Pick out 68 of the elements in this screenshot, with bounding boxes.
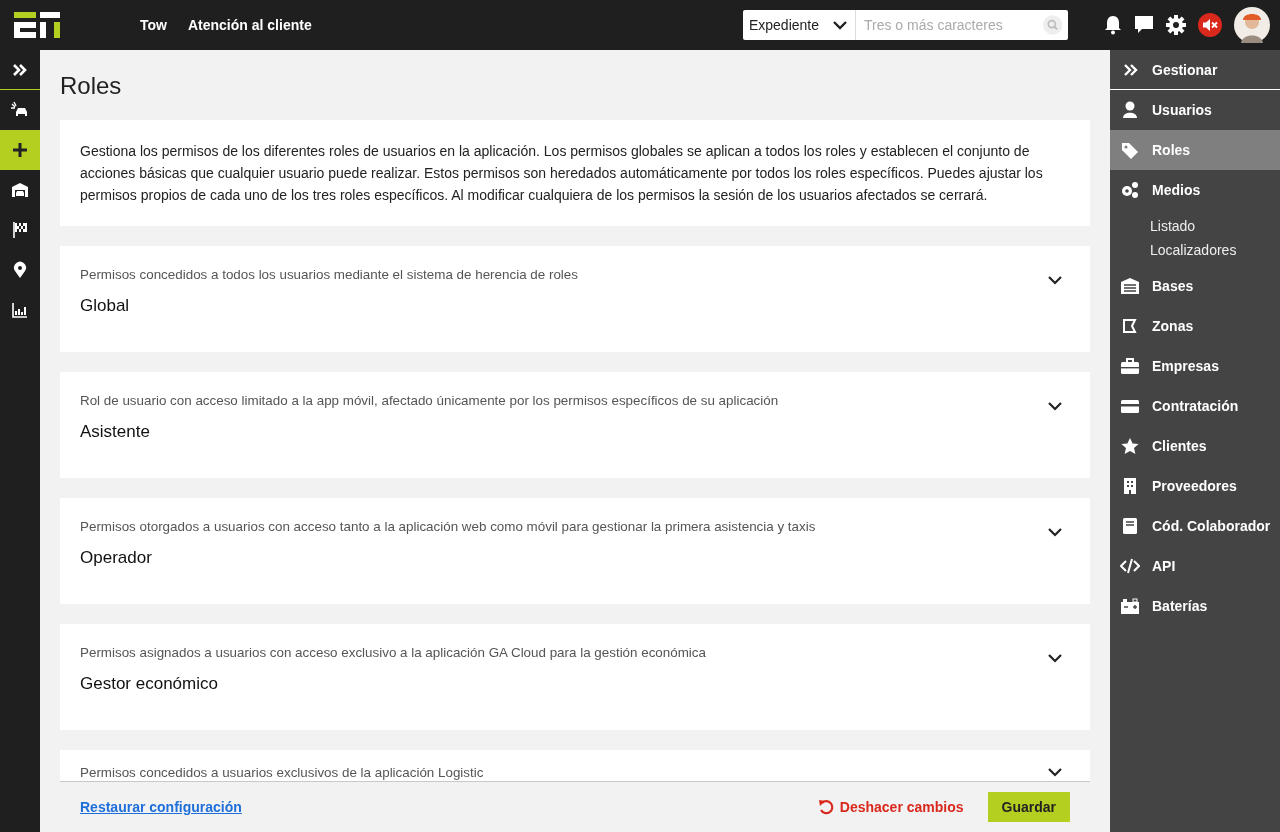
- save-button[interactable]: Guardar: [987, 792, 1070, 822]
- sidebar-item[interactable]: Empresas: [1110, 346, 1280, 386]
- sidebar-item[interactable]: API: [1110, 546, 1280, 586]
- credit-card-icon: [1120, 397, 1140, 415]
- sidebar-item[interactable]: Contratación: [1110, 386, 1280, 426]
- sidebar-item[interactable]: Usuarios: [1110, 90, 1280, 130]
- role-description: Permisos otorgados a usuarios con acceso tanto a la aplicación web como móvil para gestionar la primera asistencia y taxis: [80, 518, 817, 536]
- user-icon: [1120, 101, 1140, 119]
- search-scope-dropdown[interactable]: Expediente: [742, 10, 856, 40]
- top-nav-link[interactable]: Tow: [140, 17, 167, 33]
- sidebar-item[interactable]: Bases: [1110, 266, 1280, 306]
- sidebar-item[interactable]: Zonas: [1110, 306, 1280, 346]
- undo-icon: [817, 799, 834, 815]
- mute-icon[interactable]: [1198, 13, 1222, 37]
- tag-icon: [1120, 141, 1140, 159]
- gears-icon: [1120, 181, 1140, 199]
- page-title: Roles: [60, 72, 123, 100]
- settings-icon[interactable]: [1166, 15, 1186, 35]
- chevron-down-icon[interactable]: [1048, 402, 1062, 411]
- sidebar-item[interactable]: Proveedores: [1110, 466, 1280, 506]
- sidebar-item[interactable]: Clientes: [1110, 426, 1280, 466]
- sidebar-item[interactable]: Roles: [1110, 130, 1280, 170]
- manage-toggle[interactable]: Gestionar: [1110, 50, 1280, 90]
- search-field[interactable]: Tres o más caracteres: [856, 10, 1068, 40]
- chevron-down-icon[interactable]: [1048, 276, 1062, 285]
- role-description: Permisos asignados a usuarios con acceso exclusivo a la aplicación GA Cloud para la gestión económica: [80, 644, 707, 662]
- sidebar-item[interactable]: Medios: [1110, 170, 1280, 210]
- sidebar-item[interactable]: Baterías: [1110, 586, 1280, 626]
- role-description: Permisos concedidos a usuarios exclusivos de la aplicación Logistic: [80, 764, 485, 781]
- chevron-down-icon: [833, 20, 847, 30]
- role-description: Rol de usuario con acceso limitado a la app móvil, afectado únicamente por los permisos específicos de su aplicación: [80, 392, 780, 410]
- map-pin-icon: [11, 261, 29, 279]
- sidebar-subitem[interactable]: Listado: [1110, 214, 1280, 238]
- star-icon: [1120, 437, 1140, 455]
- role-name: Asistente: [80, 422, 151, 442]
- role-card[interactable]: Rol de usuario con acceso limitado a la app móvil, afectado únicamente por los permisos específicos de su aplicación Asistente: [60, 372, 1090, 478]
- role-name: Operador: [80, 548, 153, 568]
- avatar[interactable]: [1234, 7, 1270, 43]
- role-name: Gestor económico: [80, 674, 219, 694]
- bar-chart-icon: [11, 301, 29, 319]
- role-description: Permisos concedidos a todos los usuarios mediante el sistema de herencia de roles: [80, 266, 579, 284]
- role-card[interactable]: Permisos concedidos a todos los usuarios mediante el sistema de herencia de roles Global: [60, 246, 1090, 352]
- bell-icon[interactable]: [1104, 15, 1122, 35]
- chat-icon[interactable]: [1134, 15, 1154, 35]
- role-name: Global: [80, 296, 131, 316]
- sidebar-item[interactable]: Cód. Colaborador: [1110, 506, 1280, 546]
- undo-button[interactable]: Deshacer cambios: [817, 799, 964, 815]
- garage-icon: [11, 181, 29, 199]
- chevron-down-icon[interactable]: [1048, 768, 1062, 777]
- role-card[interactable]: Permisos asignados a usuarios con acceso exclusivo a la aplicación GA Cloud para la gestión económica Gestor económico: [60, 624, 1090, 730]
- chevron-down-icon[interactable]: [1048, 528, 1062, 537]
- chevron-down-icon[interactable]: [1048, 654, 1062, 663]
- battery-icon: [1120, 597, 1140, 615]
- car-crash-icon: [11, 101, 29, 119]
- briefcase-icon: [1120, 357, 1140, 375]
- code-icon: [1120, 557, 1140, 575]
- garage-icon: [1120, 277, 1140, 295]
- role-card[interactable]: Permisos concedidos a usuarios exclusivos de la aplicación Logistic: [60, 750, 1090, 781]
- intro-text: Gestiona los permisos de los diferentes roles de usuarios en la aplicación. Los permisos globales se aplican a todos los roles y establecen el conjunto de acciones básicas que cualquier usuario puede realizar. Estos permisos son heredados automáticamente por todos los roles específicos. Puedes ajustar los permisos propios de cada uno de los tres roles específicos. Al modificar cualquiera de los permisos la sesión de los usuarios afectados se cerrará.: [80, 142, 1044, 205]
- double-chevron-icon: [1124, 63, 1138, 76]
- top-nav-link[interactable]: Atención al cliente: [187, 17, 312, 33]
- sidebar-subitem[interactable]: Localizadores: [1110, 238, 1280, 262]
- plus-icon: [11, 141, 29, 159]
- sidebar-button[interactable]: [0, 130, 40, 170]
- restore-link[interactable]: Restaurar configuración: [80, 799, 242, 815]
- checkered-flag-icon: [11, 221, 29, 239]
- role-card[interactable]: Permisos otorgados a usuarios con acceso tanto a la aplicación web como móvil para gestionar la primera asistencia y taxis Operador: [60, 498, 1090, 604]
- book-icon: [1120, 517, 1140, 535]
